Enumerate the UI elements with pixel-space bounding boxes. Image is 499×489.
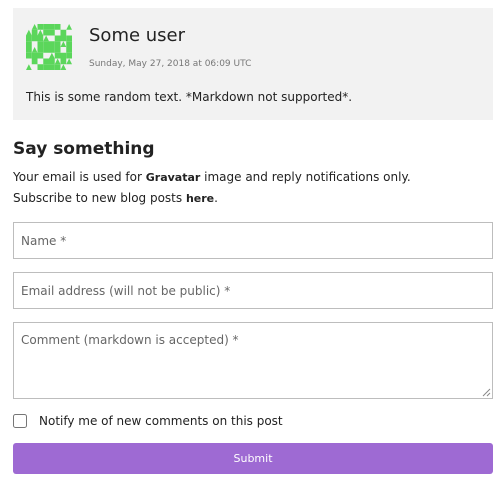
resize-handle-icon[interactable]: [481, 387, 491, 397]
subscribe-note-prefix: Subscribe to new blog posts: [13, 191, 186, 205]
comment-card: Some user Sunday, May 27, 2018 at 06:09 …: [13, 8, 493, 120]
identicon-avatar-icon: [26, 24, 72, 70]
comments-section: Some user Sunday, May 27, 2018 at 06:09 …: [0, 0, 499, 489]
notify-label: Notify me of new comments on this post: [39, 414, 283, 428]
subscribe-note: Subscribe to new blog posts here.: [13, 191, 218, 205]
email-usage-note: Your email is used for Gravatar image an…: [13, 170, 411, 184]
gravatar-link[interactable]: Gravatar: [146, 171, 201, 184]
submit-button[interactable]: Submit: [13, 443, 493, 474]
comment-textarea[interactable]: [13, 322, 493, 399]
comment-body: This is some random text. *Markdown not …: [26, 90, 353, 104]
email-input[interactable]: [13, 272, 493, 309]
email-note-suffix: image and reply notifications only.: [200, 170, 411, 184]
email-note-prefix: Your email is used for: [13, 170, 146, 184]
form-heading: Say something: [13, 139, 155, 159]
name-input[interactable]: [13, 222, 493, 259]
notify-checkbox[interactable]: [13, 414, 27, 428]
subscribe-link[interactable]: here: [186, 192, 214, 205]
subscribe-note-suffix: .: [214, 191, 218, 205]
comment-author: Some user: [89, 25, 186, 46]
comment-timestamp: Sunday, May 27, 2018 at 06:09 UTC: [89, 59, 252, 69]
